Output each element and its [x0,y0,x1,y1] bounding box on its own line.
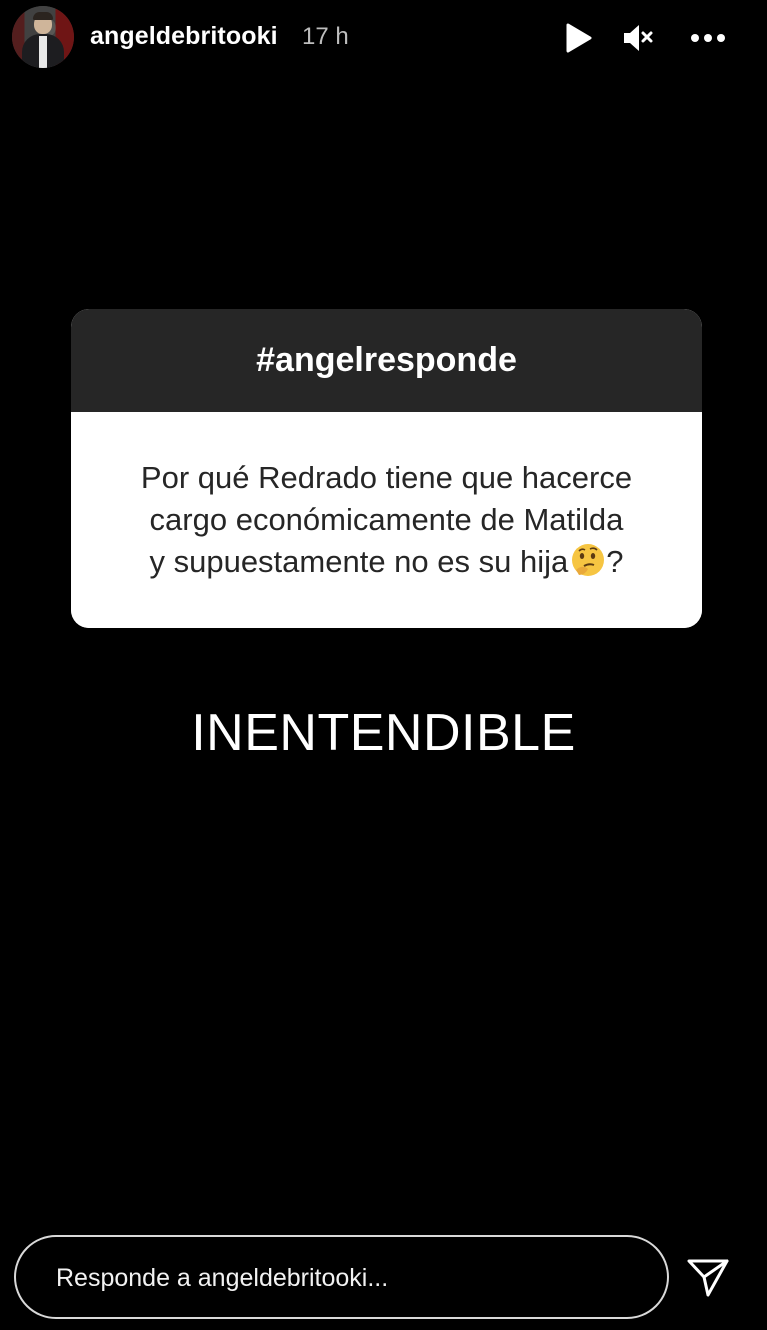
question-suffix: ? [606,544,624,579]
avatar[interactable] [12,6,74,68]
reply-bar[interactable] [14,1235,669,1319]
question-line-3: y supuestamente no es su hija ? [141,541,632,583]
question-tag: #angelresponde [71,309,702,412]
send-icon[interactable] [686,1255,730,1299]
muted-speaker-icon[interactable] [620,20,656,56]
play-icon[interactable] [560,20,596,56]
reply-input[interactable] [54,1237,648,1319]
more-options-icon[interactable] [688,20,728,56]
question-line-1: Por qué Redrado tiene que hacerce [140,460,633,495]
question-text: Por qué Redrado tiene que hacerce cargo … [71,412,702,628]
question-line-2: cargo económicamente de Matilda [149,502,624,537]
story-header: angeldebritooki 17 h [0,0,767,80]
question-sticker: #angelresponde Por qué Redrado tiene que… [71,309,702,628]
post-time: 17 h [302,23,349,50]
answer-text: INENTENDIBLE [191,704,576,762]
thinking-face-emoji [570,542,606,578]
username[interactable]: angeldebritooki [90,22,278,51]
question-line-3-text: y supuestamente no es su hija [149,544,569,579]
